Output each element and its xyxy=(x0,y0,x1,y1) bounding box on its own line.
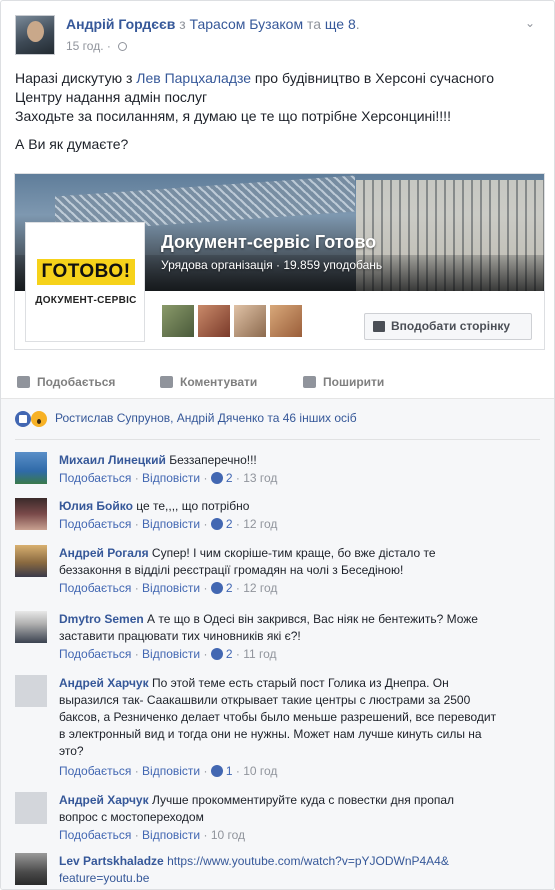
avatar[interactable] xyxy=(161,304,195,338)
post-actions: Подобається Коментувати Поширити xyxy=(15,369,540,395)
avatar[interactable] xyxy=(15,792,47,824)
avatar[interactable] xyxy=(15,545,47,577)
like-reaction-icon xyxy=(15,411,31,427)
avatar[interactable] xyxy=(15,853,47,885)
mention-link[interactable]: Лев Парцхаладзе xyxy=(136,70,251,86)
globe-icon xyxy=(118,42,128,51)
page-name[interactable]: Документ-сервіс Готово xyxy=(161,232,376,253)
like-button[interactable]: Подобається xyxy=(15,369,115,395)
like-page-button[interactable]: Вподобати сторінку xyxy=(364,313,532,340)
avatar[interactable] xyxy=(15,611,47,643)
avatar[interactable] xyxy=(269,304,303,338)
thumbs-up-icon xyxy=(17,376,30,388)
author-name-link[interactable]: Андрій Гордєєв xyxy=(66,16,175,32)
comment-footer: Подобається · Відповісти · 1 · 10 год xyxy=(59,764,278,778)
post-header: Андрій Гордєєв з Тарасом Бузаком та ще 8… xyxy=(15,13,535,57)
page-share-card[interactable]: ГОТОВО! ДОКУМЕНТ-СЕРВІС Документ-сервіс … xyxy=(14,173,545,350)
avatar[interactable] xyxy=(233,304,267,338)
post-card: Андрій Гордєєв з Тарасом Бузаком та ще 8… xyxy=(0,0,555,890)
like-count-icon xyxy=(210,518,223,530)
avatar[interactable] xyxy=(15,452,47,484)
avatar[interactable] xyxy=(197,304,231,338)
page-logo[interactable]: ГОТОВО! ДОКУМЕНТ-СЕРВІС xyxy=(25,222,145,342)
share-icon xyxy=(303,376,316,388)
comment: Андрей Рогаля Супер! І чим скоріше-тим к… xyxy=(15,545,545,601)
youtube-link[interactable]: https://www.youtube.com/watch?v=pYJODWnP… xyxy=(167,854,449,868)
avatar[interactable] xyxy=(15,675,47,707)
youtube-link-cont[interactable]: feature=youtu.be xyxy=(59,871,149,885)
like-count-icon xyxy=(210,582,223,594)
chevron-down-icon[interactable]: ⌄ xyxy=(525,16,535,30)
comment-footer: Подобається · Відповісти · 10 год xyxy=(59,828,246,842)
comment-icon xyxy=(160,376,173,388)
comment: Юлия Бойко це те,,,, що потрібно Подобає… xyxy=(15,498,545,538)
post-text: Наразі дискутую з Лев Парцхаладзе про бу… xyxy=(15,70,494,152)
comment: Андрей Харчук По этой теме есть старый п… xyxy=(15,675,545,785)
comment-footer: Подобається · Відповісти · 2 · 11 год xyxy=(59,647,277,661)
avatar[interactable] xyxy=(15,498,47,530)
tagged-person-link[interactable]: Тарасом Бузаком xyxy=(190,16,304,32)
comment-footer: Подобається · Відповісти · 2 · 12 год xyxy=(59,581,278,595)
tagged-others-link[interactable]: ще 8 xyxy=(325,16,356,32)
divider xyxy=(15,439,540,440)
thumbs-up-icon xyxy=(373,321,385,332)
author-avatar[interactable] xyxy=(15,15,55,55)
post-author-line: Андрій Гордєєв з Тарасом Бузаком та ще 8… xyxy=(66,16,360,32)
comment-footer: Подобається · Відповісти · 2 · 12 год xyxy=(59,517,278,531)
page-meta: Урядова організація · 19.859 уподобань xyxy=(161,258,383,272)
comment: Михаил Линецкий Беззаперечно!!! Подобаєт… xyxy=(15,452,545,492)
comment-button[interactable]: Коментувати xyxy=(158,369,257,395)
comments-section: Ростислав Супрунов, Андрій Дяченко та 46… xyxy=(1,399,554,889)
comment: Андрей Харчук Лучше прокомментируйте куд… xyxy=(15,792,545,846)
post-timestamp[interactable]: 15 год. xyxy=(66,39,104,53)
comment: Lev Partskhaladze https://www.youtube.co… xyxy=(15,853,545,889)
wow-reaction-icon xyxy=(31,411,47,427)
post-meta: 15 год. · xyxy=(66,39,128,53)
like-count-icon xyxy=(210,472,223,484)
like-count-icon xyxy=(210,765,223,777)
like-count-icon xyxy=(210,648,223,660)
comment-footer: Подобається · Відповісти · 2 · 13 год xyxy=(59,471,278,485)
share-button[interactable]: Поширити xyxy=(301,369,384,395)
comment: Dmytro Semen А те що в Одесі він закривс… xyxy=(15,611,545,667)
